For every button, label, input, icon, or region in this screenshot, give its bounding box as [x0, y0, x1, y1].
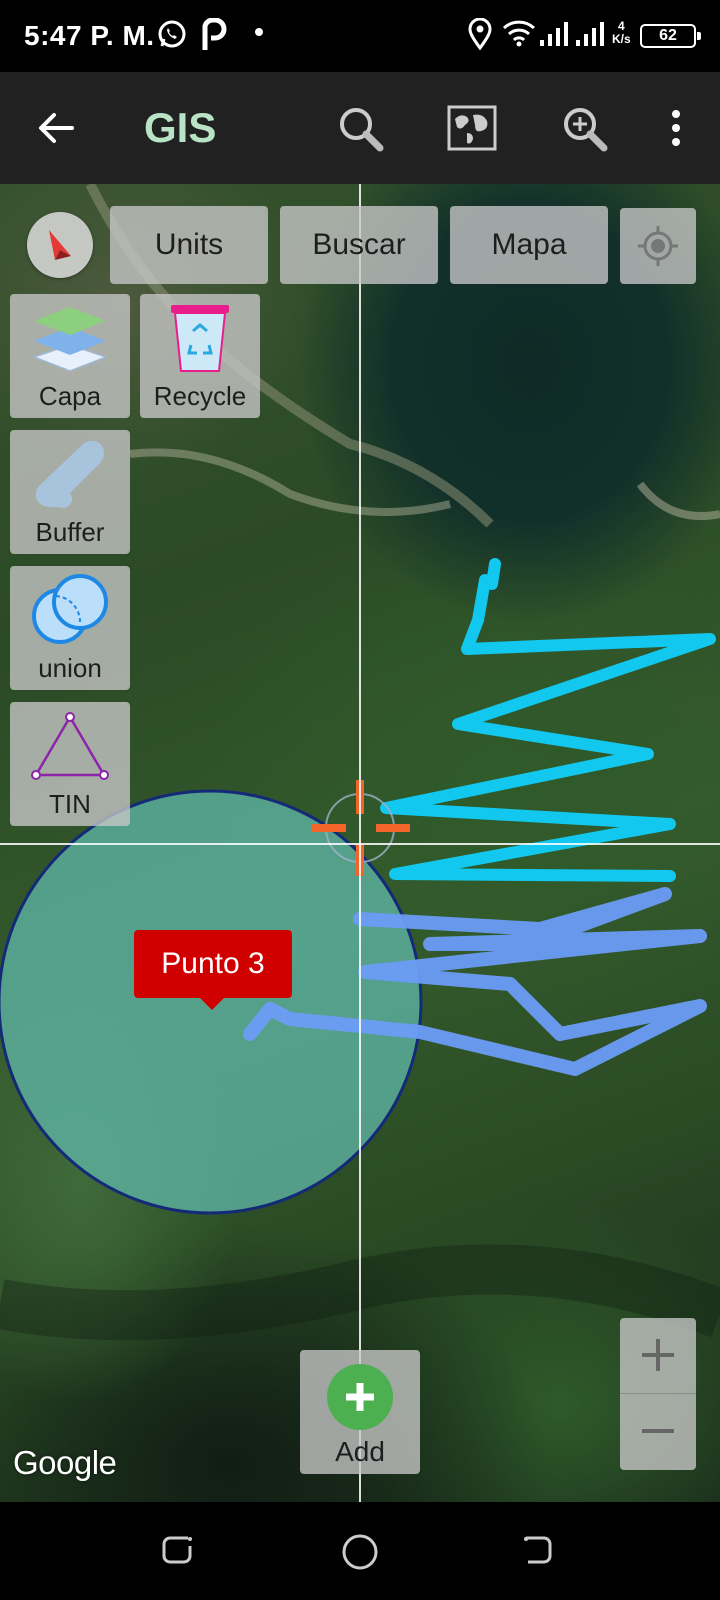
whatsapp-icon — [156, 18, 188, 55]
buscar-button[interactable]: Buscar — [280, 206, 438, 284]
signal-icon — [538, 18, 570, 55]
capa-label: Capa — [38, 381, 102, 411]
recycle-bin-icon — [171, 305, 229, 372]
zoom-out-map-button[interactable] — [620, 1394, 696, 1468]
my-location-button[interactable] — [620, 208, 696, 284]
buffer-label: Buffer — [35, 517, 105, 547]
union-icon — [32, 574, 108, 644]
app-bar: GIS — [0, 72, 720, 184]
track-line-cyan[interactable] — [380, 558, 716, 882]
zoom-in-button[interactable] — [556, 100, 612, 156]
overflow-menu-icon — [672, 110, 680, 146]
compass-needle-icon — [49, 230, 71, 260]
mapa-button[interactable]: Mapa — [450, 206, 608, 284]
buffer-icon — [35, 440, 105, 508]
search-button[interactable] — [332, 100, 388, 156]
network-speed-unit: K/s — [612, 32, 631, 46]
back-arrow-icon — [39, 113, 74, 143]
marker-popup[interactable]: Punto 3 — [134, 930, 292, 1010]
zoom-in-icon — [564, 108, 608, 152]
google-attribution: Google — [13, 1444, 117, 1481]
location-icon — [468, 17, 492, 55]
capa-tool-button[interactable]: Capa — [10, 294, 130, 418]
wifi-icon — [502, 18, 536, 53]
home-icon[interactable] — [340, 1532, 380, 1577]
minus-icon — [642, 1429, 674, 1433]
add-button[interactable]: Add — [300, 1350, 420, 1474]
buffer-tool-button[interactable]: Buffer — [10, 430, 130, 554]
navigation-bar — [0, 1502, 720, 1600]
satellite-map[interactable]: Units Buscar Mapa Capa Recycle Buffer un… — [0, 184, 720, 1502]
tin-label: TIN — [49, 789, 91, 819]
union-label: union — [38, 653, 102, 683]
map-view-button[interactable] — [444, 100, 500, 156]
map-icon — [447, 105, 497, 151]
back-nav-icon[interactable] — [520, 1532, 556, 1573]
zoom-controls — [620, 1318, 696, 1470]
add-label: Add — [335, 1436, 385, 1467]
recycle-label: Recycle — [153, 381, 247, 411]
tin-tool-button[interactable]: TIN — [10, 702, 130, 826]
app-title: GIS — [144, 104, 217, 151]
network-speed: 4 K/s — [612, 20, 631, 46]
plus-icon — [327, 1364, 393, 1430]
overflow-menu-button[interactable] — [648, 100, 704, 156]
layers-icon — [32, 307, 108, 372]
zoom-in-map-button[interactable] — [620, 1318, 696, 1392]
battery-indicator: 62 — [640, 24, 701, 48]
notification-dot — [255, 28, 263, 36]
units-button[interactable]: Units — [110, 206, 268, 284]
gps-target-icon — [638, 226, 678, 266]
recent-apps-icon[interactable] — [160, 1532, 196, 1573]
tin-triangle-icon — [31, 712, 109, 780]
union-tool-button[interactable]: union — [10, 566, 130, 690]
status-bar: 5:47 P. M. 4 K/s 62 — [0, 0, 720, 72]
back-button[interactable] — [28, 100, 84, 156]
status-time: 5:47 P. M. — [24, 20, 155, 51]
p-app-icon — [200, 17, 228, 57]
compass-button[interactable] — [27, 212, 93, 278]
search-icon — [340, 108, 384, 152]
crosshair-horizontal — [0, 843, 720, 845]
recycle-tool-button[interactable]: Recycle — [140, 294, 260, 418]
plus-icon — [642, 1339, 674, 1371]
signal-icon — [574, 18, 606, 55]
